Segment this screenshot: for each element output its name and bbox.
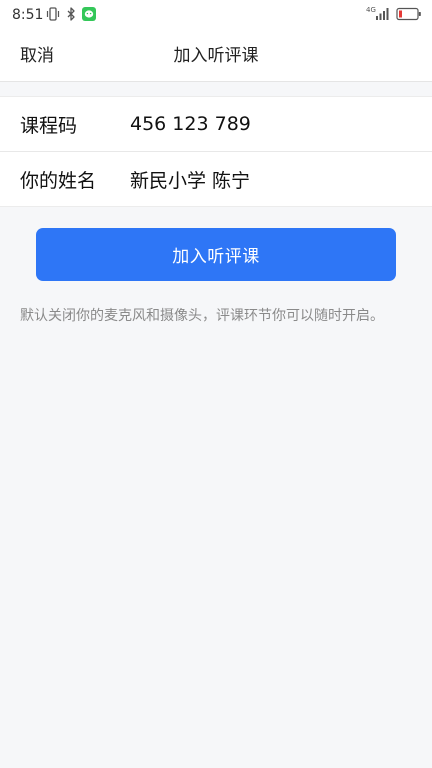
battery-icon: [396, 6, 422, 25]
bluetooth-icon: [66, 6, 76, 25]
course-code-label: 课程码: [20, 114, 78, 137]
status-bar: 8:51 4G: [0, 0, 432, 30]
wechat-icon: [82, 6, 96, 25]
name-input[interactable]: [130, 159, 412, 199]
course-code-input[interactable]: [130, 104, 412, 144]
status-icons-right: 4G: [366, 6, 422, 24]
page-title: 加入听评课: [173, 46, 259, 66]
vibrate-icon: [46, 6, 60, 25]
join-class-button[interactable]: 加入听评课: [36, 228, 396, 281]
name-label: 你的姓名: [20, 169, 97, 192]
course-code-row: 课程码: [0, 97, 432, 151]
join-form: 课程码 你的姓名: [0, 96, 432, 207]
navigation-bar: 取消 加入听评课: [0, 30, 432, 82]
network-type-label: 4G: [366, 6, 376, 14]
status-time: 8:51: [12, 7, 44, 23]
name-row: 你的姓名: [0, 151, 432, 206]
hint-text: 默认关闭你的麦克风和摄像头，评课环节你可以随时开启。: [20, 308, 384, 324]
signal-icon: 4G: [366, 5, 390, 25]
status-icons-left: [46, 6, 96, 25]
